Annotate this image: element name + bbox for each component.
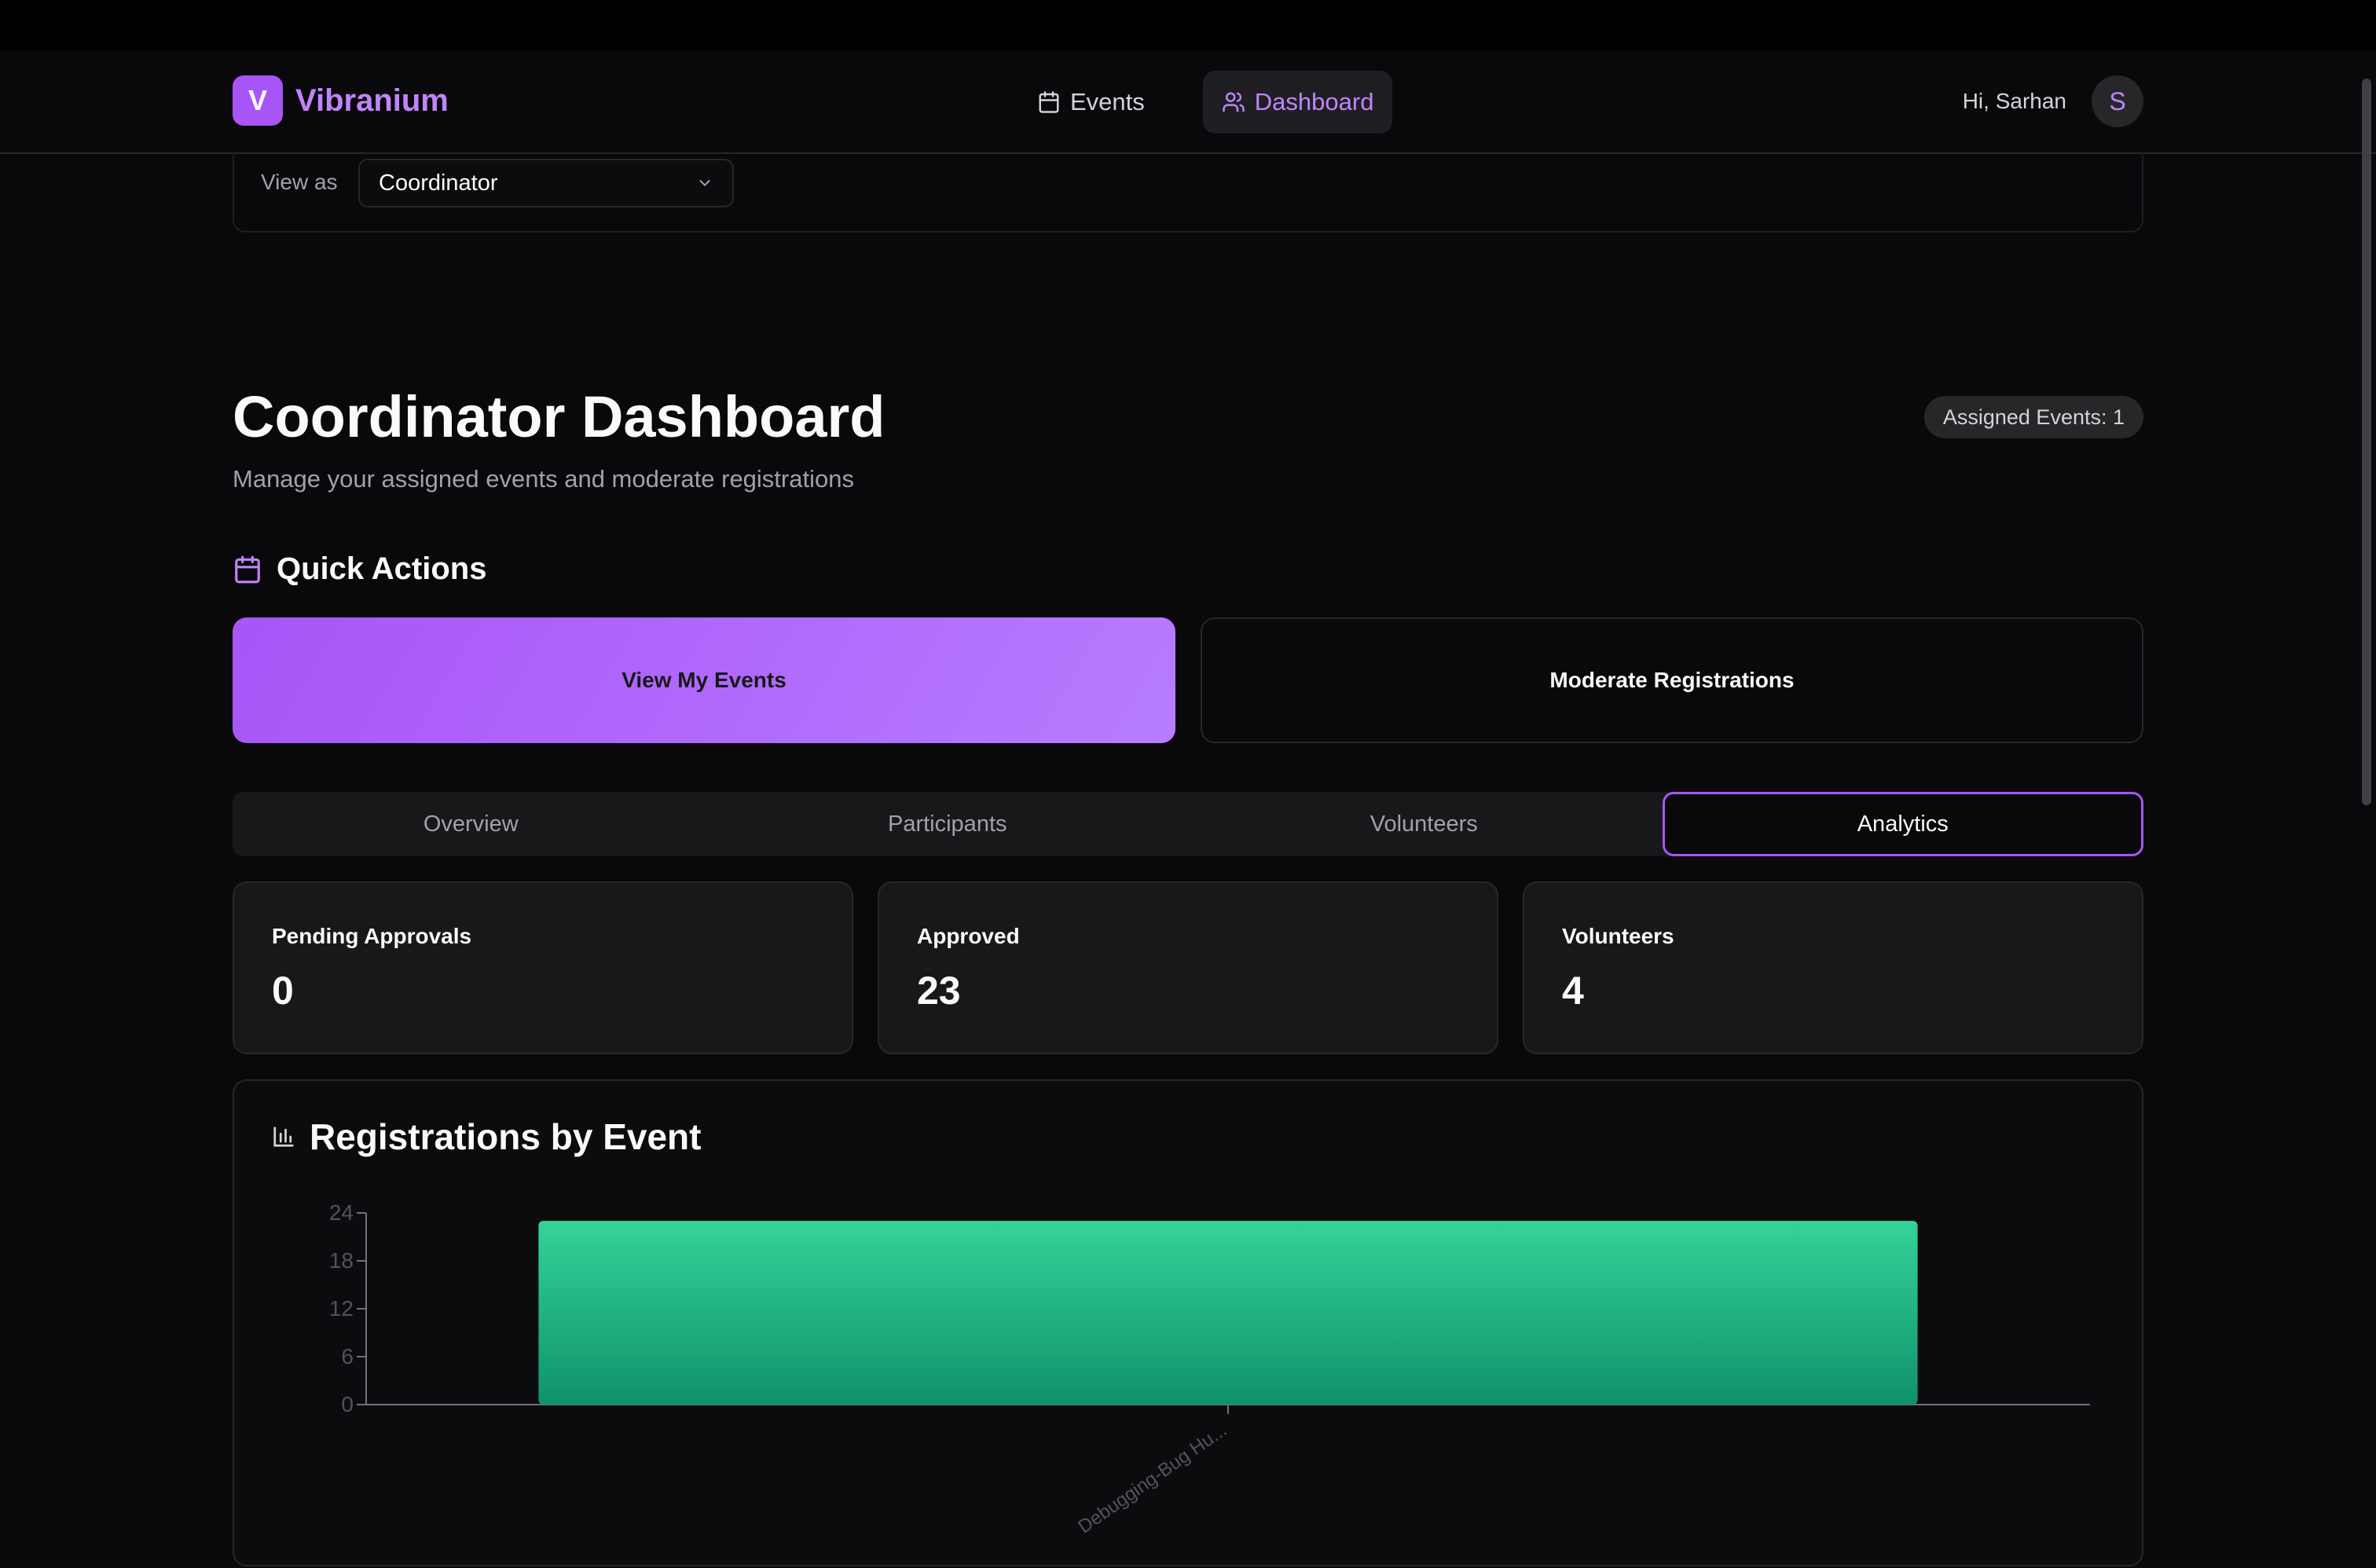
view-as-value: Coordinator: [379, 170, 498, 196]
quick-actions-title: Quick Actions: [277, 551, 487, 586]
stat-label: Volunteers: [1562, 924, 1674, 948]
stat-card-pending: Pending Approvals 0: [233, 881, 853, 1054]
y-tick-label: 0: [341, 1392, 354, 1416]
dashboard-tabs: Overview Participants Volunteers Analyti…: [233, 792, 2143, 856]
stat-card-approved: Approved 23: [878, 881, 1498, 1054]
stat-label: Pending Approvals: [272, 924, 472, 948]
chart-title: Registrations by Event: [310, 1116, 702, 1157]
x-tick-label: Debugging-Bug Hu...: [1074, 1420, 1230, 1538]
tab-overview[interactable]: Overview: [233, 792, 710, 856]
tab-volunteers[interactable]: Volunteers: [1186, 792, 1663, 856]
tab-analytics[interactable]: Analytics: [1662, 792, 2143, 856]
view-my-events-button[interactable]: View My Events: [233, 617, 1175, 743]
bar-chart-icon: [273, 1127, 294, 1147]
brand-name: Vibranium: [295, 82, 449, 118]
avatar[interactable]: S: [2092, 75, 2143, 127]
page-title: Coordinator Dashboard: [233, 384, 886, 449]
bar-0: [538, 1221, 1918, 1405]
page-subtitle: Manage your assigned events and moderate…: [233, 465, 854, 493]
chart-heading: Registrations by Event: [272, 1116, 701, 1158]
y-tick-label: 24: [329, 1200, 354, 1225]
quick-actions-heading: Quick Actions: [233, 551, 486, 587]
view-as-select[interactable]: Coordinator: [358, 159, 734, 207]
view-as-label: View as: [261, 170, 338, 194]
assigned-events-badge: Assigned Events: 1: [1923, 396, 2143, 438]
chevron-down-icon: [699, 180, 710, 187]
user-menu: Hi, Sarhan S: [1963, 75, 2143, 127]
view-as-bar: View as Coordinator: [233, 152, 2143, 233]
y-tick-label: 18: [329, 1248, 354, 1273]
nav-dashboard[interactable]: Dashboard: [1202, 71, 1393, 134]
nav-links: Events Dashboard: [1018, 71, 1393, 134]
registrations-chart-card: 0 6 12 18 24 Debugging-Bug Hu... Registration…: [233, 1079, 2143, 1566]
stat-value: 4: [1562, 969, 1584, 1013]
stat-value: 23: [917, 969, 961, 1013]
tab-participants[interactable]: Participants: [710, 792, 1186, 856]
brand-logo[interactable]: V Vibranium: [233, 75, 449, 126]
stat-value: 0: [272, 969, 294, 1013]
users-icon: [1223, 92, 1245, 112]
logo-mark: V: [233, 75, 283, 126]
nav-dashboard-label: Dashboard: [1254, 88, 1374, 115]
moderate-registrations-button[interactable]: Moderate Registrations: [1201, 617, 2143, 743]
page-scrollbar[interactable]: [2362, 79, 2371, 805]
stat-label: Approved: [917, 924, 1020, 948]
window-top-bar: [0, 0, 2376, 50]
navbar: V Vibranium Events Dashboard Hi, Sarhan …: [0, 50, 2376, 154]
nav-events-label: Events: [1070, 88, 1145, 115]
stat-card-volunteers: Volunteers 4: [1523, 881, 2143, 1054]
y-tick-label: 12: [329, 1296, 354, 1321]
user-greeting: Hi, Sarhan: [1962, 89, 2066, 113]
calendar-icon: [235, 555, 260, 583]
y-tick-label: 6: [341, 1344, 354, 1368]
calendar-icon: [1039, 91, 1059, 113]
nav-events[interactable]: Events: [1018, 71, 1164, 134]
